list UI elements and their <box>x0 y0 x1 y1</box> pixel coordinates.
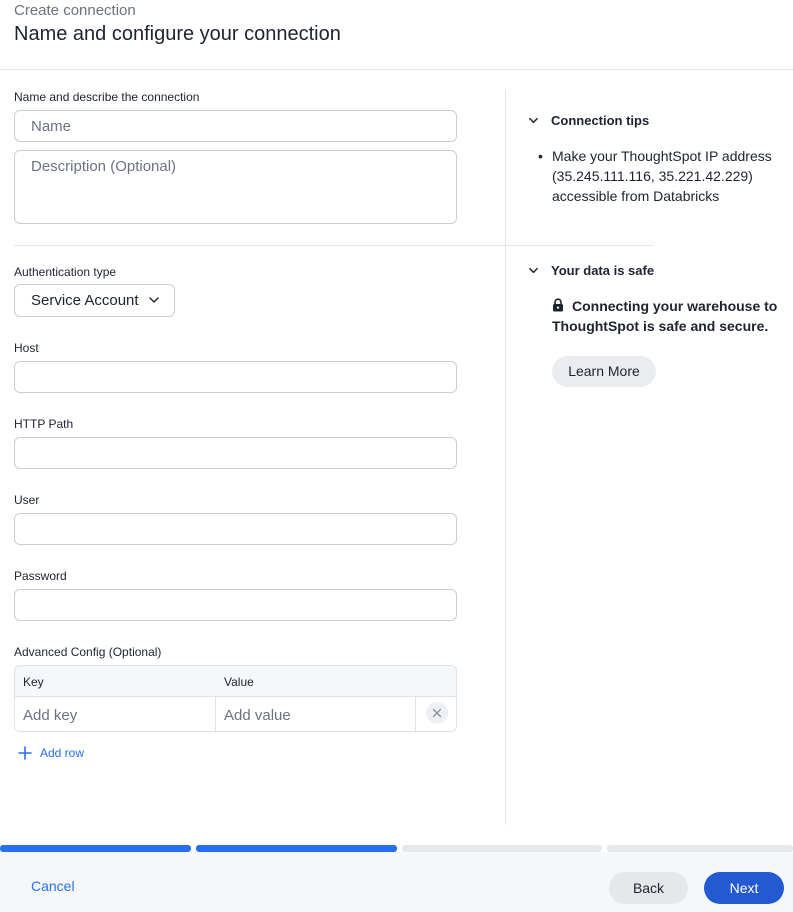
lock-icon <box>553 298 563 312</box>
progress-step-3 <box>402 845 602 852</box>
advanced-config-table: Key Value Add key Add value <box>14 665 457 732</box>
data-safe-title: Your data is safe <box>551 263 655 278</box>
password-label: Password <box>14 569 67 583</box>
host-input[interactable] <box>14 361 457 393</box>
learn-more-button[interactable]: Learn More <box>552 356 656 387</box>
close-icon <box>432 708 442 718</box>
chevron-down-icon <box>529 117 538 124</box>
advanced-config-label: Advanced Config (Optional) <box>14 645 162 659</box>
description-textarea[interactable]: Description (Optional) <box>14 150 457 224</box>
description-placeholder: Description (Optional) <box>31 158 177 175</box>
delete-row-cell <box>416 697 456 731</box>
progress-step-1 <box>0 845 191 852</box>
value-input[interactable]: Add value <box>216 697 416 731</box>
user-label: User <box>14 493 40 507</box>
plus-icon <box>18 746 32 760</box>
data-safe-toggle[interactable]: Your data is safe <box>528 263 654 278</box>
bullet-glyph: • <box>538 148 543 164</box>
page-subtitle: Create connection <box>14 2 136 19</box>
name-section-label: Name and describe the connection <box>14 90 200 104</box>
value-placeholder: Add value <box>224 707 291 724</box>
key-input[interactable]: Add key <box>15 697 216 731</box>
add-row-button[interactable]: Add row <box>18 743 84 763</box>
page-title: Name and configure your connection <box>14 23 341 45</box>
column-header-value: Value <box>224 675 254 689</box>
delete-row-button[interactable] <box>426 702 448 724</box>
connection-tips-title: Connection tips <box>551 113 650 128</box>
name-placeholder: Name <box>31 118 72 135</box>
key-placeholder: Add key <box>23 707 78 724</box>
add-row-label: Add row <box>40 746 85 760</box>
auth-type-label: Authentication type <box>14 265 117 279</box>
chevron-down-icon <box>529 267 538 274</box>
page-header: Create connection Name and configure you… <box>0 0 793 70</box>
column-divider <box>505 90 506 825</box>
column-header-key: Key <box>23 675 44 689</box>
footer-bar: Cancel Back Next <box>0 852 793 912</box>
data-safe-message: Connecting your warehouse to ThoughtSpot… <box>552 296 787 336</box>
name-input[interactable]: Name <box>14 110 457 142</box>
table-header: Key Value <box>15 666 456 697</box>
host-label: Host <box>14 341 39 355</box>
password-input[interactable] <box>14 589 457 621</box>
progress-step-2 <box>196 845 397 852</box>
http-path-input[interactable] <box>14 437 457 469</box>
auth-type-value: Service Account <box>31 292 139 309</box>
chevron-down-icon <box>149 297 159 303</box>
connection-tip-item: Make your ThoughtSpot IP address (35.245… <box>552 148 772 204</box>
back-button[interactable]: Back <box>609 872 688 904</box>
user-input[interactable] <box>14 513 457 545</box>
next-button[interactable]: Next <box>704 872 784 904</box>
connection-tips-toggle[interactable]: Connection tips <box>528 113 649 128</box>
section-divider <box>14 245 654 246</box>
http-path-label: HTTP Path <box>14 417 74 431</box>
cancel-button[interactable]: Cancel <box>31 878 75 894</box>
auth-type-select[interactable]: Service Account <box>14 284 175 317</box>
progress-step-4 <box>607 845 793 852</box>
data-safe-text: Connecting your warehouse to ThoughtSpot… <box>552 298 778 334</box>
